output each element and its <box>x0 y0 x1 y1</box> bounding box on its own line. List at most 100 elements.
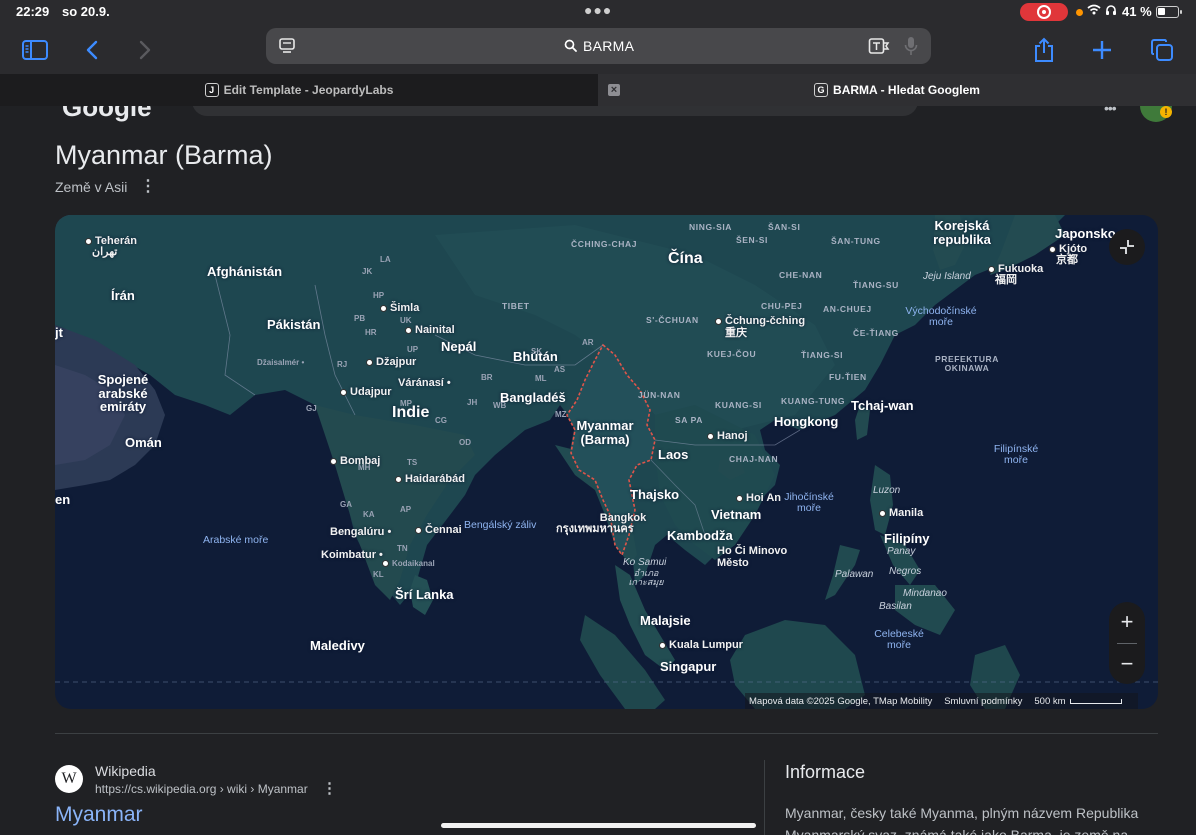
tab-google-search[interactable]: × G BARMA - Hledat Googlem <box>598 74 1196 106</box>
map-label-hongkong[interactable]: Hongkong <box>774 415 838 429</box>
map-label-mindanao[interactable]: Mindanao <box>903 588 947 600</box>
map-label-hoian[interactable]: Hoi An <box>736 492 781 505</box>
wikipedia-logo-icon[interactable]: W <box>55 765 83 793</box>
map-label-scchuan: S'-ČCHUAN <box>646 315 699 325</box>
microphone-icon[interactable] <box>904 36 918 61</box>
map-label-nepal[interactable]: Nepál <box>441 340 476 354</box>
map-label-kosamui[interactable]: Ko Samui <box>623 557 666 569</box>
map-label-hochiminh[interactable]: Ho Či Minovo Město <box>717 545 793 569</box>
map-label-maldives[interactable]: Maledivy <box>310 639 365 653</box>
apps-grid-icon[interactable]: ••• <box>1104 106 1117 116</box>
tab-jeopardylabs[interactable]: J Edit Template - JeopardyLabs <box>0 74 598 106</box>
map-label-uae[interactable]: Spojené arabské emiráty <box>95 373 151 414</box>
collapse-icon <box>1120 240 1134 254</box>
map-label-cchungcching[interactable]: Čchung-čching <box>715 315 805 328</box>
map-label-kuejcou: KUEJ-ČOU <box>707 349 757 359</box>
map-label-basilan[interactable]: Basilan <box>879 601 912 613</box>
multitasking-dots-icon[interactable]: ●●● <box>584 2 612 18</box>
result-url[interactable]: https://cs.wikipedia.org › wiki › Myanma… <box>95 782 308 796</box>
map-label-bombaj[interactable]: Bombaj <box>330 455 380 468</box>
map-label-kodaikanal[interactable]: Kodaikanal <box>382 559 435 568</box>
map-label-nainital[interactable]: Nainital <box>405 324 455 337</box>
share-button[interactable] <box>1028 34 1060 66</box>
back-button[interactable] <box>76 34 108 66</box>
zoom-out-button[interactable]: − <box>1109 644 1145 684</box>
mic-in-use-indicator <box>1076 9 1083 16</box>
map-label-bangkok-native: กรุงเทพมหานคร <box>556 523 634 535</box>
page-menu-icon[interactable] <box>278 37 296 60</box>
map-label-santung: ŠAN-TUNG <box>831 236 881 246</box>
map-label-en-part[interactable]: en <box>55 493 70 507</box>
map-label-hanoj[interactable]: Hanoj <box>707 430 748 443</box>
map-label-srilanka[interactable]: Šrí Lanka <box>395 588 454 602</box>
map-collapse-button[interactable] <box>1109 229 1145 265</box>
map-label-haidarabad[interactable]: Haidarábád <box>395 473 465 486</box>
result-more-options-icon[interactable]: ⋮ <box>322 779 337 797</box>
tabs-overview-button[interactable] <box>1146 34 1178 66</box>
map-label-kuwait-part[interactable]: jt <box>55 326 63 340</box>
zoom-in-button[interactable]: + <box>1109 602 1145 642</box>
map-label-afghanistan[interactable]: Afghánistán <box>207 265 282 279</box>
map-label-tibet: TIBET <box>502 301 530 311</box>
map-label-palawan[interactable]: Palawan <box>835 569 873 581</box>
map-label-udajpur[interactable]: Udajpur <box>340 386 392 399</box>
map-label-philippines[interactable]: Filipíny <box>884 532 930 546</box>
map-label-taiwan[interactable]: Tchaj-wan <box>851 399 914 413</box>
map-label-kualalumpur[interactable]: Kuala Lumpur <box>659 639 743 652</box>
map-label-tn: TN <box>397 544 408 553</box>
sidebar-icon <box>22 40 48 60</box>
map-label-pakistan[interactable]: Pákistán <box>267 318 320 332</box>
page-title: Myanmar (Barma) <box>55 140 273 170</box>
map-label-vietnam[interactable]: Vietnam <box>711 508 761 522</box>
map-label-korea[interactable]: Korejská republika <box>925 219 999 246</box>
map-label-thailand[interactable]: Thajsko <box>630 488 679 502</box>
google-search-box[interactable] <box>192 106 918 116</box>
battery-level <box>1158 8 1165 15</box>
map-label-laos[interactable]: Laos <box>658 448 688 462</box>
more-options-icon[interactable]: ⋮ <box>140 176 156 196</box>
map-label-jejuisland[interactable]: Jeju Island <box>923 271 971 283</box>
sidebar-toggle-button[interactable] <box>19 34 51 66</box>
map-label-luzon[interactable]: Luzon <box>873 485 900 497</box>
map-label-panay[interactable]: Panay <box>887 546 915 558</box>
map-label-chupej: CHU-PEJ <box>761 301 803 311</box>
result-site-name[interactable]: Wikipedia <box>95 763 156 779</box>
google-logo[interactable]: Google <box>62 106 152 123</box>
url-text[interactable]: BARMA <box>583 38 634 54</box>
forward-button[interactable] <box>129 34 161 66</box>
map-terms-link[interactable]: Smluvní podmínky <box>944 696 1022 707</box>
home-indicator[interactable] <box>441 823 756 828</box>
map-label-myanmar[interactable]: Myanmar (Barma) <box>570 419 640 446</box>
map-label-simla[interactable]: Šimla <box>380 302 419 315</box>
translate-icon[interactable] <box>868 37 890 60</box>
map-label-manila[interactable]: Manila <box>879 507 923 520</box>
new-tab-button[interactable] <box>1086 34 1118 66</box>
map-label-malaysia[interactable]: Malajsie <box>640 614 691 628</box>
map-label-varanasi[interactable]: Váránasí • <box>398 377 451 390</box>
map-label-japan[interactable]: Japonsko <box>1055 227 1116 241</box>
map-label-cchungcching-native: 重庆 <box>725 327 747 339</box>
map-label-jh: JH <box>467 398 478 407</box>
tab-favicon: J <box>204 83 219 97</box>
map-view[interactable]: Teherán تهران Afghánistán Írán Pákistán … <box>55 215 1158 709</box>
map-label-oman[interactable]: Omán <box>125 436 162 450</box>
status-date: so 20.9. <box>62 4 110 19</box>
screen-recording-indicator[interactable] <box>1020 3 1068 21</box>
map-label-koimbatur[interactable]: Koimbatur • <box>321 549 383 562</box>
result-title-link[interactable]: Myanmar <box>55 803 143 827</box>
map-label-bangladesh[interactable]: Bangladéš <box>500 391 566 405</box>
map-label-gj: GJ <box>306 404 317 413</box>
map-data-credit[interactable]: Mapová data ©2025 Google, TMap Mobility <box>749 696 932 707</box>
map-label-cambodia[interactable]: Kambodža <box>667 529 733 543</box>
map-label-bengaluru[interactable]: Bengalúru • <box>330 526 391 539</box>
map-label-dzajpur[interactable]: Džajpur <box>366 356 416 369</box>
google-header: Google ••• ! <box>0 106 1196 124</box>
map-label-cennai[interactable]: Čennai <box>415 524 462 537</box>
map-label-dzaisalmer[interactable]: Džaisalmér • <box>257 358 304 367</box>
map-label-china[interactable]: Čína <box>668 250 703 268</box>
map-label-negros[interactable]: Negros <box>889 566 921 578</box>
close-tab-icon[interactable]: × <box>608 84 620 96</box>
address-bar[interactable]: BARMA <box>266 28 931 64</box>
map-label-singapore[interactable]: Singapur <box>660 660 716 674</box>
map-label-iran[interactable]: Írán <box>111 289 135 303</box>
